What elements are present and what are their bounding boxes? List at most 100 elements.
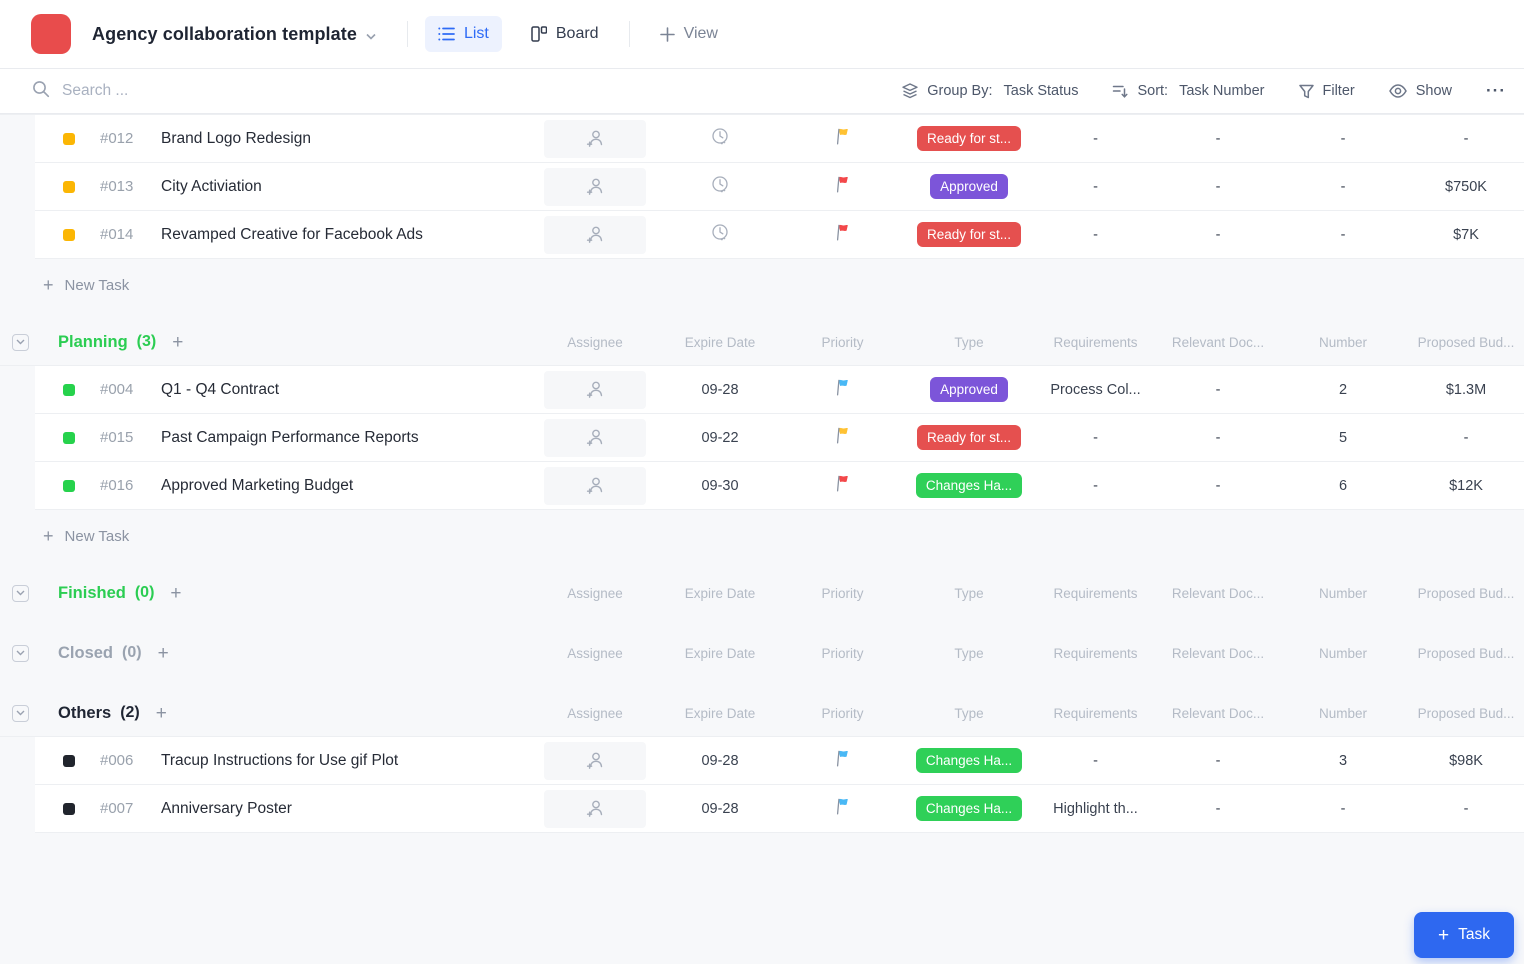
collapse-toggle-icon[interactable] — [12, 645, 29, 662]
group-add-task-icon[interactable]: + — [170, 584, 181, 603]
priority-cell[interactable] — [780, 163, 905, 210]
collapse-toggle-icon[interactable] — [12, 585, 29, 602]
task-status-icon[interactable] — [63, 432, 75, 444]
group-by-control[interactable]: Group By: Task Status — [902, 83, 1078, 99]
expire-date-cell[interactable]: 09-22 — [660, 414, 780, 461]
show-control[interactable]: Show — [1389, 83, 1452, 99]
group-add-task-icon[interactable]: + — [158, 644, 169, 663]
task-title[interactable]: City Activiation — [161, 178, 262, 196]
new-task-button[interactable]: + New Task — [0, 516, 129, 556]
task-title[interactable]: Approved Marketing Budget — [161, 477, 353, 495]
task-requirements[interactable]: - — [1033, 462, 1158, 509]
expire-date-cell[interactable]: 09-28 — [660, 366, 780, 413]
expire-date-cell[interactable]: 09-28 — [660, 785, 780, 832]
task-budget[interactable]: - — [1408, 785, 1524, 832]
tab-board[interactable]: Board — [518, 16, 612, 52]
add-assignee-icon[interactable] — [544, 216, 646, 254]
task-relevant-doc[interactable]: - — [1158, 737, 1278, 784]
title-dropdown-caret[interactable] — [366, 27, 376, 45]
task-number[interactable]: - — [1278, 211, 1408, 258]
type-badge[interactable]: Ready for st... — [917, 425, 1021, 450]
task-budget[interactable]: - — [1408, 115, 1524, 162]
task-budget[interactable]: $750K — [1408, 163, 1524, 210]
priority-cell[interactable] — [780, 115, 905, 162]
priority-cell[interactable] — [780, 462, 905, 509]
task-title[interactable]: Past Campaign Performance Reports — [161, 429, 419, 447]
add-assignee-icon[interactable] — [544, 742, 646, 780]
task-status-icon[interactable] — [63, 133, 75, 145]
task-relevant-doc[interactable]: - — [1158, 366, 1278, 413]
task-budget[interactable]: $1.3M — [1408, 366, 1524, 413]
search-input[interactable] — [62, 82, 382, 100]
add-assignee-icon[interactable] — [544, 790, 646, 828]
group-add-task-icon[interactable]: + — [172, 333, 183, 352]
task-status-icon[interactable] — [63, 384, 75, 396]
group-add-task-icon[interactable]: + — [156, 704, 167, 723]
task-requirements[interactable]: - — [1033, 115, 1158, 162]
add-assignee-icon[interactable] — [544, 120, 646, 158]
task-title[interactable]: Revamped Creative for Facebook Ads — [161, 226, 423, 244]
more-options-icon[interactable]: ··· — [1486, 81, 1506, 101]
task-requirements[interactable]: Process Col... — [1033, 366, 1158, 413]
expire-date-cell[interactable]: 09-28 — [660, 737, 780, 784]
task-number[interactable]: 3 — [1278, 737, 1408, 784]
task-status-icon[interactable] — [63, 181, 75, 193]
task-title[interactable]: Tracup Instructions for Use gif Plot — [161, 752, 398, 770]
priority-cell[interactable] — [780, 414, 905, 461]
type-badge[interactable]: Ready for st... — [917, 126, 1021, 151]
task-status-icon[interactable] — [63, 803, 75, 815]
add-assignee-icon[interactable] — [544, 467, 646, 505]
type-badge[interactable]: Changes Ha... — [916, 473, 1022, 498]
task-number[interactable]: - — [1278, 785, 1408, 832]
task-requirements[interactable]: - — [1033, 414, 1158, 461]
task-number[interactable]: 6 — [1278, 462, 1408, 509]
add-task-button[interactable]: + Task — [1414, 912, 1514, 958]
task-number[interactable]: 5 — [1278, 414, 1408, 461]
task-status-icon[interactable] — [63, 480, 75, 492]
collapse-toggle-icon[interactable] — [12, 334, 29, 351]
task-row[interactable]: #007 Anniversary Poster 09-28 — [35, 785, 1524, 833]
task-row[interactable]: #014 Revamped Creative for Facebook Ads — [35, 211, 1524, 259]
priority-cell[interactable] — [780, 366, 905, 413]
task-title[interactable]: Brand Logo Redesign — [161, 130, 311, 148]
task-title[interactable]: Anniversary Poster — [161, 800, 292, 818]
task-title[interactable]: Q1 - Q4 Contract — [161, 381, 279, 399]
collapse-toggle-icon[interactable] — [12, 705, 29, 722]
type-badge[interactable]: Approved — [930, 174, 1008, 199]
task-budget[interactable]: $7K — [1408, 211, 1524, 258]
type-badge[interactable]: Changes Ha... — [916, 748, 1022, 773]
add-assignee-icon[interactable] — [544, 371, 646, 409]
type-badge[interactable]: Ready for st... — [917, 222, 1021, 247]
priority-cell[interactable] — [780, 785, 905, 832]
task-status-icon[interactable] — [63, 229, 75, 241]
task-budget[interactable]: $12K — [1408, 462, 1524, 509]
task-requirements[interactable]: - — [1033, 737, 1158, 784]
task-relevant-doc[interactable]: - — [1158, 785, 1278, 832]
task-row[interactable]: #016 Approved Marketing Budget 09-30 — [35, 462, 1524, 510]
priority-cell[interactable] — [780, 737, 905, 784]
task-budget[interactable]: - — [1408, 414, 1524, 461]
priority-cell[interactable] — [780, 211, 905, 258]
task-number[interactable]: - — [1278, 163, 1408, 210]
filter-control[interactable]: Filter — [1299, 83, 1355, 99]
task-number[interactable]: - — [1278, 115, 1408, 162]
task-relevant-doc[interactable]: - — [1158, 163, 1278, 210]
task-row[interactable]: #006 Tracup Instructions for Use gif Plo… — [35, 737, 1524, 785]
add-assignee-icon[interactable] — [544, 419, 646, 457]
tab-add-view[interactable]: View — [647, 16, 731, 52]
task-row[interactable]: #013 City Activiation — [35, 163, 1524, 211]
task-row[interactable]: #012 Brand Logo Redesign — [35, 115, 1524, 163]
task-budget[interactable]: $98K — [1408, 737, 1524, 784]
expire-date-cell[interactable] — [660, 115, 780, 162]
task-row[interactable]: #004 Q1 - Q4 Contract 09-28 — [35, 366, 1524, 414]
type-badge[interactable]: Approved — [930, 377, 1008, 402]
expire-date-cell[interactable] — [660, 163, 780, 210]
task-relevant-doc[interactable]: - — [1158, 211, 1278, 258]
task-requirements[interactable]: - — [1033, 163, 1158, 210]
expire-date-cell[interactable]: 09-30 — [660, 462, 780, 509]
task-relevant-doc[interactable]: - — [1158, 115, 1278, 162]
task-status-icon[interactable] — [63, 755, 75, 767]
task-row[interactable]: #015 Past Campaign Performance Reports 0… — [35, 414, 1524, 462]
task-relevant-doc[interactable]: - — [1158, 414, 1278, 461]
type-badge[interactable]: Changes Ha... — [916, 796, 1022, 821]
